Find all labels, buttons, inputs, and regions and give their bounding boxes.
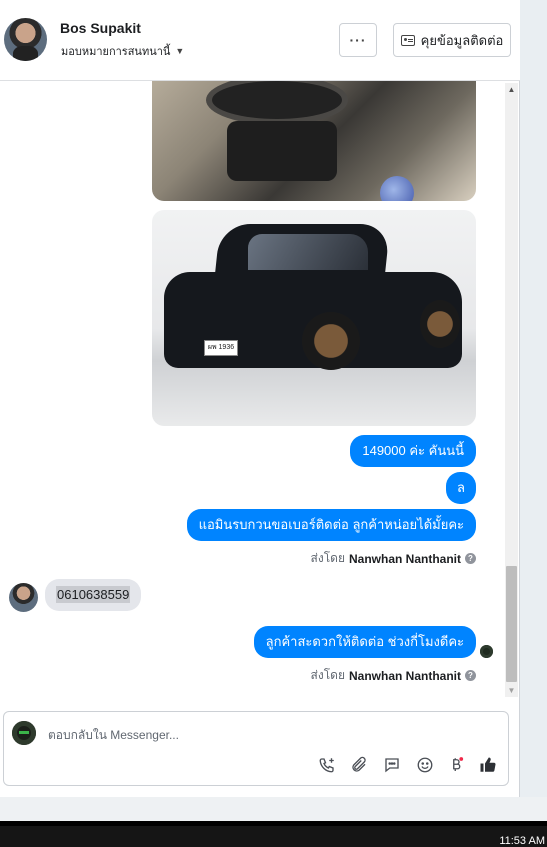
more-icon: ··· (349, 32, 367, 48)
help-icon[interactable]: ? (465, 553, 476, 564)
contact-avatar[interactable] (4, 18, 47, 61)
seen-indicator (480, 645, 493, 658)
page-avatar (12, 721, 36, 745)
rear-wheel-shape (420, 300, 460, 348)
assign-conversation-dropdown[interactable]: มอบหมายการสนทนานี้ ▼ (61, 42, 184, 60)
caret-down-icon: ▼ (175, 46, 185, 56)
pickup-truck-photo[interactable]: ผพ 1936 (152, 210, 476, 426)
scroll-up-arrow-icon[interactable]: ▲ (505, 83, 518, 96)
console-shape (227, 121, 337, 181)
emoji-icon[interactable] (414, 754, 436, 776)
license-plate: ผพ 1936 (204, 340, 238, 356)
messenger-panel: Bos Supakit มอบหมายการสนทนานี้ ▼ ··· คุย… (0, 0, 520, 797)
incoming-message[interactable]: 0610638559 (45, 579, 142, 611)
help-icon[interactable]: ? (465, 670, 476, 681)
cup-shape (380, 176, 414, 201)
thread-scrollbar[interactable]: ▲ ▼ (505, 83, 518, 697)
saved-replies-icon[interactable] (381, 754, 403, 776)
attach-icon[interactable] (348, 754, 370, 776)
contact-avatar-small[interactable] (9, 583, 38, 612)
sent-by-name[interactable]: Nanwhan Nanthanit (349, 669, 461, 683)
conversation-header: Bos Supakit มอบหมายการสนทนานี้ ▼ ··· คุย… (0, 0, 520, 81)
assign-label: มอบหมายการสนทนานี้ (61, 46, 171, 58)
scroll-thumb[interactable] (506, 566, 517, 682)
more-options-button[interactable]: ··· (339, 23, 377, 57)
incoming-message-text: 0610638559 (56, 586, 131, 603)
outgoing-message[interactable]: แอมินรบกวนขอเบอร์ติดต่อ ลูกค้าหน่อยได้มั… (186, 509, 476, 541)
sent-by-note: ส่งโดย Nanwhan Nanthanit ? (311, 549, 476, 568)
message-thread: ผพ 1936 149000 ค่ะ คันนนี้ ล แอมินรบกวนข… (0, 81, 520, 699)
reply-composer (3, 711, 509, 786)
call-icon[interactable] (316, 754, 338, 776)
desktop-background (0, 797, 547, 821)
car-interior-photo[interactable] (152, 81, 476, 201)
outgoing-message[interactable]: ลูกค้าสะดวกให้ติดต่อ ช่วงกี่โมงดีคะ (253, 626, 476, 658)
contact-info-button[interactable]: คุยข้อมูลติดต่อ (393, 23, 511, 57)
sent-by-prefix: ส่งโดย (310, 551, 345, 565)
outgoing-message[interactable]: ล (446, 472, 476, 504)
contact-card-icon (400, 34, 415, 46)
front-wheel-shape (302, 312, 360, 370)
taskbar-clock[interactable]: 11:53 AM (499, 835, 545, 847)
sent-by-name[interactable]: Nanwhan Nanthanit (349, 552, 461, 566)
scroll-down-arrow-icon[interactable]: ▼ (505, 684, 518, 697)
truck-windshield-shape (248, 234, 368, 270)
outgoing-message[interactable]: 149000 ค่ะ คันนนี้ (350, 435, 476, 467)
os-taskbar: 11:53 AM (0, 821, 547, 847)
like-icon[interactable] (477, 754, 499, 776)
contact-info-label: คุยข้อมูลติดต่อ (420, 32, 504, 48)
sent-by-note: ส่งโดย Nanwhan Nanthanit ? (311, 666, 476, 685)
payment-icon[interactable] (445, 754, 467, 776)
sent-by-prefix: ส่งโดย (310, 668, 345, 682)
reply-input[interactable] (48, 726, 488, 744)
contact-name[interactable]: Bos Supakit (60, 20, 141, 36)
dashboard-shape (212, 81, 342, 119)
